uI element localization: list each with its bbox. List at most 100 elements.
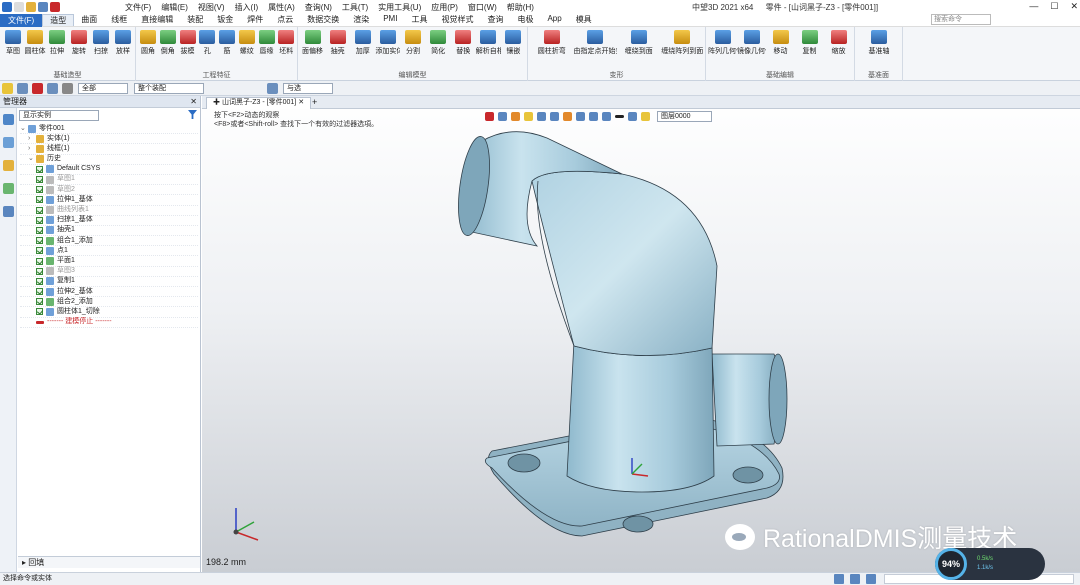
ribbon-tab[interactable]: 查询	[480, 14, 510, 26]
ribbon-button[interactable]: 螺纹	[237, 30, 257, 56]
ribbon-button[interactable]: 草图	[2, 30, 24, 56]
command-search-input[interactable]: 搜索命令	[931, 14, 991, 25]
ribbon-button[interactable]: 倒角	[158, 30, 178, 56]
ribbon-tab[interactable]: 线框	[104, 14, 134, 26]
user-tab-icon[interactable]	[2, 206, 14, 217]
ribbon-button[interactable]: 由指定点开始变形	[574, 30, 617, 56]
tree-row[interactable]: 组合2_添加	[20, 297, 198, 308]
ribbon-tab[interactable]: 曲面	[74, 14, 104, 26]
close-panel-icon[interactable]: ✕	[190, 96, 197, 108]
mode-icon[interactable]	[267, 82, 278, 94]
monitor-icon[interactable]	[850, 574, 860, 584]
ribbon-tab[interactable]: 点云	[270, 14, 300, 26]
vertical-pipe[interactable]	[566, 340, 715, 493]
visibility-checkbox[interactable]	[36, 186, 43, 194]
menu-item[interactable]: 编辑(E)	[156, 2, 193, 13]
tree-row[interactable]: ------- 建模停止 -------	[20, 318, 198, 328]
ribbon-button[interactable]: 圆柱折弯	[530, 30, 574, 56]
filter-select[interactable]: 全部	[78, 82, 128, 94]
ribbon-button[interactable]: 圆柱体	[24, 30, 46, 56]
tree-row[interactable]: Default CSYS	[20, 165, 198, 175]
ribbon-button[interactable]: 分割	[400, 30, 425, 56]
maximize-icon[interactable]: ☐	[1050, 1, 1058, 12]
ribbon-tab[interactable]: 钣金	[210, 14, 240, 26]
menu-item[interactable]: 属性(A)	[263, 2, 300, 13]
open-icon[interactable]	[26, 2, 36, 12]
menu-item[interactable]: 帮助(H)	[502, 2, 539, 13]
ribbon-button[interactable]: 坯料	[276, 30, 296, 56]
ribbon-button[interactable]: 加厚	[350, 30, 375, 56]
menu-item[interactable]: 插入(I)	[230, 2, 264, 13]
ribbon-button[interactable]: 缠绕阵列到面	[661, 30, 705, 56]
render-tab-icon[interactable]	[2, 183, 14, 194]
expand-icon[interactable]: ›	[28, 144, 36, 154]
menu-item[interactable]: 应用(P)	[426, 2, 463, 13]
tree-row[interactable]: ⌄ 零件001	[20, 124, 198, 135]
layout-icon[interactable]	[866, 574, 876, 584]
ribbon-button[interactable]: 复制	[795, 30, 824, 56]
expand-icon[interactable]: ⌄	[20, 124, 28, 134]
box-icon[interactable]	[47, 82, 58, 94]
menu-item[interactable]: 窗口(W)	[463, 2, 502, 13]
ribbon-button[interactable]: 唇缘	[257, 30, 277, 56]
ribbon-button[interactable]: 镜像几何体	[737, 30, 766, 56]
visibility-checkbox[interactable]	[36, 176, 43, 184]
minimize-icon[interactable]: —	[1029, 1, 1038, 12]
menu-item[interactable]: 视图(V)	[193, 2, 230, 13]
ribbon-tab[interactable]: 装配	[180, 14, 210, 26]
ribbon-button[interactable]: 移动	[766, 30, 795, 56]
ribbon-button[interactable]: 旋转	[68, 30, 90, 56]
visibility-checkbox[interactable]	[36, 237, 43, 245]
visibility-checkbox[interactable]	[36, 226, 43, 234]
ribbon-tab[interactable]: 造型	[42, 14, 75, 26]
tree-row[interactable]: 平面1	[20, 256, 198, 267]
file-tab[interactable]: 文件(F)	[0, 13, 43, 27]
visibility-checkbox[interactable]	[36, 206, 43, 214]
pick-icon[interactable]	[17, 82, 28, 94]
visibility-checkbox[interactable]	[36, 165, 43, 173]
ribbon-button[interactable]: 简化	[426, 30, 451, 56]
visibility-checkbox[interactable]	[36, 308, 43, 316]
visibility-checkbox[interactable]	[36, 257, 43, 265]
ribbon-tab[interactable]: 模具	[569, 14, 599, 26]
mode-select[interactable]: 与选	[283, 82, 333, 94]
remove-icon[interactable]	[32, 82, 43, 94]
save-icon[interactable]	[38, 2, 48, 12]
tree-row[interactable]: 抽壳1	[20, 226, 198, 237]
side-branch-pipe[interactable]	[711, 353, 788, 447]
tree-row[interactable]: › 线框(1)	[20, 144, 198, 155]
ribbon-tab[interactable]: 数据交换	[300, 14, 346, 26]
close-icon[interactable]: ✕	[1070, 1, 1078, 12]
tree-row[interactable]: 复制1	[20, 277, 198, 287]
expand-icon[interactable]: ⌄	[28, 154, 36, 164]
ribbon-tab[interactable]: 电极	[510, 14, 540, 26]
tree-row[interactable]: 圆柱体1_切除	[20, 307, 198, 318]
menu-item[interactable]: 查询(N)	[300, 2, 337, 13]
tree-row[interactable]: 扫掠1_基体	[20, 216, 198, 226]
visibility-checkbox[interactable]	[36, 247, 43, 255]
ribbon-button[interactable]: 孔	[197, 30, 217, 56]
tree-row[interactable]: 点1	[20, 246, 198, 257]
ribbon-tab[interactable]: PMI	[376, 14, 404, 26]
new-icon[interactable]	[14, 2, 24, 12]
select-icon[interactable]	[2, 82, 13, 94]
ribbon-tab[interactable]: 工具	[404, 14, 434, 26]
tree-row[interactable]: 草图1	[20, 175, 198, 186]
ribbon-tab[interactable]: App	[540, 14, 568, 26]
ribbon-button[interactable]: 拔模	[178, 30, 198, 56]
ribbon-button[interactable]: 阵列几何体	[708, 30, 737, 56]
ribbon-button[interactable]: 放样	[112, 30, 134, 56]
ribbon-tab[interactable]: 渲染	[346, 14, 376, 26]
graphics-viewport[interactable]: ✚ 山词黑子-Z3 - [零件001] ✕ + 按下<F2>动态的观察 <F8>…	[202, 96, 1080, 572]
grid-icon[interactable]	[834, 574, 844, 584]
view-tab-icon[interactable]	[2, 160, 14, 171]
menu-item[interactable]: 文件(F)	[120, 2, 156, 13]
expand-icon[interactable]: ›	[28, 134, 36, 144]
visibility-checkbox[interactable]	[36, 288, 43, 296]
ribbon-button[interactable]: 缩放	[824, 30, 853, 56]
tree-row[interactable]: 拉伸1_基体	[20, 195, 198, 206]
menu-item[interactable]: 工具(T)	[337, 2, 373, 13]
ribbon-button[interactable]: 拉伸	[46, 30, 68, 56]
ribbon-tab[interactable]: 焊件	[240, 14, 270, 26]
ribbon-button[interactable]: 基准轴	[857, 30, 901, 56]
